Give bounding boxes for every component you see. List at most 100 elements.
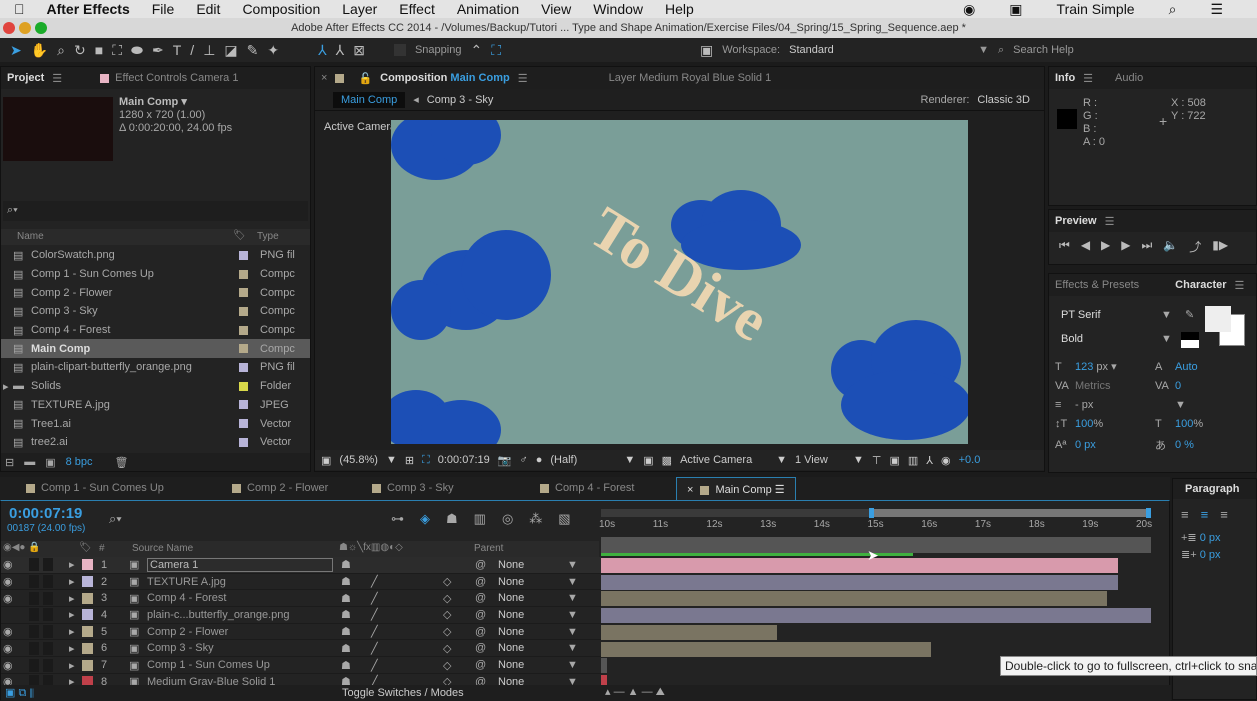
selection-tool-icon[interactable]: ➤ [10, 42, 22, 59]
panel-menu-icon[interactable]: ☰ [1235, 279, 1245, 292]
play-icon[interactable]: ▶ [1101, 238, 1110, 255]
quality-switch-icon[interactable]: ╱ [371, 608, 378, 621]
region-of-interest-icon[interactable]: ▣ [643, 454, 653, 467]
layer-row[interactable]: ◉ ▸ 3 ▣ Comp 4 - Forest ☗ ╱ ◇ @ None ▼ [1, 590, 601, 608]
vertical-scale-field[interactable]: 100% [1075, 418, 1135, 430]
chevron-down-icon[interactable]: ▼ [567, 609, 578, 621]
tab-effect-controls[interactable]: Effect Controls Camera 1 [100, 72, 238, 84]
prev-frame-icon[interactable]: ◀ [1081, 238, 1090, 255]
list-icon[interactable]: ☰ [1210, 1, 1223, 18]
menu-layer[interactable]: Layer [342, 1, 377, 17]
work-area-bar[interactable] [601, 508, 1151, 518]
new-comp-icon[interactable]: ▣ [45, 456, 55, 469]
tab-audio[interactable]: Audio [1115, 72, 1143, 84]
timeline-timecode[interactable]: 0:00:07:19 [9, 505, 82, 522]
shy-switch-icon[interactable]: ☗ [341, 592, 351, 605]
tab-paragraph[interactable]: Paragraph [1185, 483, 1239, 495]
expand-layer-switches-icon[interactable]: ▣ ⧉ ⦀ [5, 686, 34, 700]
expand-arrow-icon[interactable]: ▸ [69, 575, 75, 588]
pickwhip-icon[interactable]: @ [475, 659, 486, 671]
align-left-icon[interactable]: ≡ [1181, 507, 1189, 522]
parent-select[interactable]: None [498, 576, 524, 588]
project-item[interactable]: ▤ TEXTURE A.jpg JPEG [1, 396, 310, 415]
label-swatch[interactable] [239, 325, 248, 335]
layer-name[interactable]: Comp 2 - Flower [147, 626, 228, 638]
quality-switch-icon[interactable]: ╱ [371, 659, 378, 672]
pickwhip-icon[interactable]: @ [475, 576, 486, 588]
workspace-icon[interactable]: ▣ [700, 42, 713, 59]
chevron-down-icon[interactable]: ▼ [567, 576, 578, 588]
stroke-type-select[interactable]: ▼ [1175, 399, 1235, 411]
project-item[interactable]: ▸ ▬ Solids Folder [1, 377, 310, 396]
eye-icon[interactable]: ◉ [3, 575, 13, 588]
eraser-tool-icon[interactable]: ◪ [224, 42, 237, 59]
expand-arrow-icon[interactable]: ▸ [69, 659, 75, 672]
quality-switch-icon[interactable]: ╱ [371, 625, 378, 638]
trash-icon[interactable]: 🗑 [115, 456, 129, 469]
column-parent[interactable]: Parent [474, 543, 503, 554]
timeline-tab[interactable]: Comp 4 - Forest [536, 482, 634, 494]
lock-icon[interactable]: 🔓 [358, 72, 372, 85]
layer-name[interactable]: plain-c...butterfly_orange.png [147, 609, 289, 621]
parent-select[interactable]: None [498, 659, 524, 671]
menu-composition[interactable]: Composition [242, 1, 320, 17]
3d-layer-icon[interactable]: ◇ [443, 575, 451, 588]
layer-duration-bar[interactable] [601, 624, 777, 640]
label-swatch[interactable] [82, 626, 93, 638]
camera-view-select[interactable]: Active Camera [680, 454, 768, 466]
layer-duration-bar[interactable] [601, 558, 1118, 573]
chevron-down-icon[interactable]: ▼ [1161, 309, 1172, 321]
always-preview-icon[interactable]: ▣ [321, 454, 331, 467]
shy-switch-icon[interactable]: ☗ [341, 608, 351, 621]
project-item[interactable]: ▤ plain-clipart-butterfly_orange.png PNG f… [1, 358, 310, 377]
composition-viewer[interactable]: To Dive [391, 120, 968, 444]
shy-switch-icon[interactable]: ☗ [341, 558, 351, 571]
snapping-checkbox[interactable] [393, 44, 406, 56]
zoom-slider[interactable]: ▴ — ▲ — ⛰ [605, 685, 665, 699]
chevron-down-icon[interactable]: ▼ [567, 626, 578, 638]
3d-layer-icon[interactable]: ◇ [443, 642, 451, 655]
tsume-field[interactable]: 0 % [1175, 439, 1235, 451]
work-area-end-handle[interactable] [1146, 508, 1151, 518]
channel-icon[interactable]: ● [536, 454, 543, 466]
shy-icon[interactable]: ☗ [446, 511, 458, 527]
layer-name[interactable]: Comp 3 - Sky [147, 642, 214, 654]
chevron-down-icon[interactable]: ▼ [567, 559, 578, 571]
chevron-down-icon[interactable]: ▼ [978, 44, 989, 56]
column-source-name[interactable]: Source Name [132, 543, 193, 554]
label-swatch[interactable] [239, 400, 248, 410]
rotate-tool-icon[interactable]: ↻ [74, 42, 86, 59]
menu-edit[interactable]: Edit [196, 1, 220, 17]
layer-duration-bar[interactable] [601, 574, 1118, 590]
layer-search-icon[interactable]: ⌕▾ [109, 511, 122, 527]
parent-select[interactable]: None [498, 609, 524, 621]
menu-effect[interactable]: Effect [399, 1, 435, 17]
timeline-tab[interactable]: × Main Comp ☰ [676, 477, 796, 500]
eye-icon[interactable]: ◉ [3, 592, 13, 605]
search-icon[interactable]: ⌕ [1169, 1, 1177, 18]
eye-icon[interactable]: ◉ [3, 558, 13, 571]
indent-right-field[interactable]: ≣+ 0 px [1181, 547, 1256, 564]
brush-tool-icon[interactable]: / [190, 42, 194, 58]
label-swatch[interactable] [239, 437, 248, 447]
menu-app[interactable]: After Effects [47, 1, 130, 17]
expand-arrow-icon[interactable]: ▸ [69, 592, 75, 605]
project-item[interactable]: ▤ ColorSwatch.png PNG fil [1, 246, 310, 265]
expand-arrow-icon[interactable]: ▸ [69, 625, 75, 638]
quality-switch-icon[interactable]: ╱ [371, 592, 378, 605]
chevron-down-icon[interactable]: ▼ [1161, 333, 1172, 345]
3d-layer-icon[interactable]: ◇ [443, 592, 451, 605]
breadcrumb-main-comp[interactable]: Main Comp [333, 91, 406, 108]
exposure-value[interactable]: +0.0 [959, 454, 981, 466]
motion-blur-icon[interactable]: ◎ [502, 511, 513, 527]
pixel-aspect-icon[interactable]: ⊤ [872, 454, 882, 467]
quality-switch-icon[interactable]: ╱ [371, 642, 378, 655]
audio-icon[interactable]: 🔈 [1163, 238, 1178, 255]
tab-info[interactable]: Info [1055, 72, 1075, 84]
parent-select[interactable]: None [498, 559, 524, 571]
world-axis-icon[interactable]: ⅄ [336, 42, 345, 59]
breadcrumb-comp3[interactable]: Comp 3 - Sky [427, 94, 494, 106]
graph-editor-icon[interactable]: ▧ [558, 511, 570, 527]
project-item[interactable]: ▤ Comp 1 - Sun Comes Up Compc [1, 265, 310, 284]
pickwhip-icon[interactable]: @ [475, 592, 486, 604]
